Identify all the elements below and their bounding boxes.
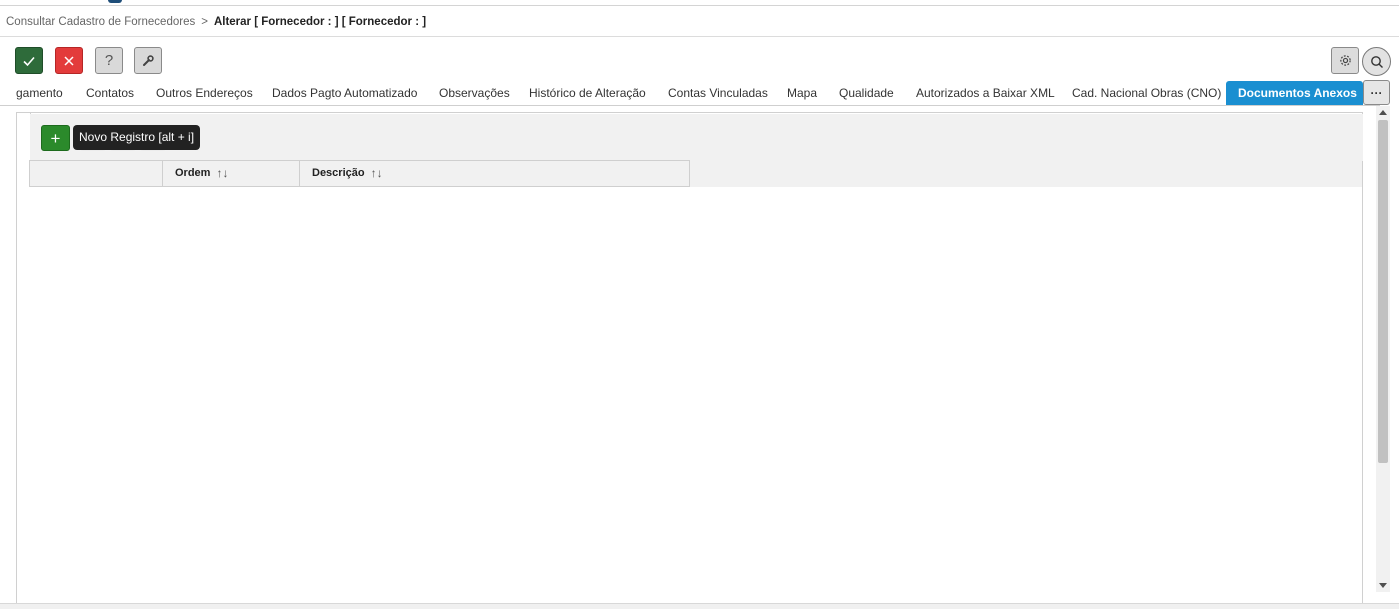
- tools-button[interactable]: [134, 47, 162, 74]
- tab-documentos-anexos[interactable]: Documentos Anexos: [1226, 81, 1363, 105]
- top-strip: [0, 0, 1399, 6]
- tabs-divider: [0, 105, 1380, 106]
- gear-icon: [1339, 55, 1351, 66]
- tab-pagamento[interactable]: gamento: [16, 81, 63, 105]
- column-header-label: Ordem: [175, 167, 211, 179]
- grid-header: Ordem ↑↓ Descrição ↑↓: [29, 160, 690, 187]
- tab-historico-alteracao[interactable]: Histórico de Alteração: [529, 81, 646, 105]
- help-button[interactable]: ?: [95, 47, 123, 74]
- tab-autorizados-baixar-xml[interactable]: Autorizados a Baixar XML: [916, 81, 1055, 105]
- sort-icon[interactable]: ↑↓: [216, 161, 228, 186]
- bottom-border: [0, 603, 1399, 609]
- column-header-ordem[interactable]: Ordem ↑↓: [163, 161, 300, 186]
- tab-outros-enderecos[interactable]: Outros Endereços: [156, 81, 253, 105]
- column-header-label: Descrição: [312, 167, 365, 179]
- grid-toolbar: [30, 114, 1363, 161]
- tab-mapa[interactable]: Mapa: [787, 81, 817, 105]
- plus-icon: +: [50, 128, 61, 148]
- tab-dados-pagto-automatizado[interactable]: Dados Pagto Automatizado: [272, 81, 417, 105]
- column-header-select: [30, 161, 163, 186]
- help-icon: ?: [104, 52, 114, 69]
- tooltip: Novo Registro [alt + i]: [73, 125, 201, 150]
- grid-body: [29, 187, 1362, 608]
- check-icon: [23, 56, 35, 66]
- tab-contatos[interactable]: Contatos: [86, 81, 134, 105]
- scroll-up-arrow-icon[interactable]: [1379, 110, 1387, 115]
- tabs-more-button[interactable]: ···: [1363, 80, 1390, 105]
- column-header-descricao[interactable]: Descrição ↑↓: [300, 161, 689, 186]
- confirm-button[interactable]: [15, 47, 43, 74]
- search-button[interactable]: [1362, 47, 1391, 76]
- breadcrumb-separator: >: [201, 16, 208, 28]
- ellipsis-icon: ···: [1370, 85, 1383, 100]
- add-record-button[interactable]: +: [41, 125, 70, 151]
- settings-button[interactable]: [1331, 47, 1359, 74]
- close-icon: [64, 55, 74, 66]
- breadcrumb-parent-link[interactable]: Consultar Cadastro de Fornecedores: [6, 16, 195, 28]
- page-title: Alterar [ Fornecedor : ] [ Fornecedor : …: [213, 16, 427, 28]
- scrollbar-thumb[interactable]: [1378, 120, 1388, 463]
- tab-bar: gamento Contatos Outros Endereços Dados …: [0, 81, 1399, 105]
- sort-icon[interactable]: ↑↓: [371, 161, 383, 186]
- tab-cad-nacional-obras[interactable]: Cad. Nacional Obras (CNO): [1072, 81, 1221, 105]
- wrench-icon: [143, 54, 154, 66]
- header-divider: [0, 36, 1399, 37]
- grid-header-strip: [690, 160, 1362, 187]
- tab-observacoes[interactable]: Observações: [439, 81, 510, 105]
- vertical-scrollbar[interactable]: [1376, 106, 1390, 592]
- tab-contas-vinculadas[interactable]: Contas Vinculadas: [668, 81, 768, 105]
- breadcrumb: Consultar Cadastro de Fornecedores > Alt…: [6, 14, 426, 30]
- logo: [108, 0, 122, 3]
- scroll-down-arrow-icon[interactable]: [1379, 583, 1387, 588]
- cancel-button[interactable]: [55, 47, 83, 74]
- search-icon: [1370, 55, 1383, 68]
- tab-qualidade[interactable]: Qualidade: [839, 81, 894, 105]
